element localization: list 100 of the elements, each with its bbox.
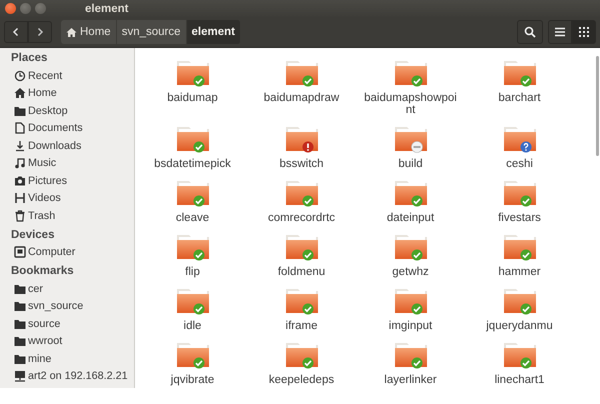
music-note-icon — [14, 157, 26, 170]
check-badge-icon — [302, 195, 314, 207]
sidebar-item[interactable]: Videos — [0, 190, 61, 207]
check-badge-icon — [410, 75, 422, 87]
check-badge-icon — [302, 303, 314, 315]
folder-item[interactable]: build — [356, 118, 465, 172]
file-name: baidumapdraw — [262, 92, 340, 104]
folder-item[interactable]: foldmenu — [247, 226, 356, 280]
folder-item[interactable]: jqvibrate — [138, 334, 247, 388]
file-name: bsswitch — [278, 158, 325, 170]
folder-item[interactable]: linechart1 — [465, 334, 574, 388]
file-name: cleave — [174, 212, 210, 224]
folder-item[interactable]: baidumapshowpoint — [356, 52, 465, 118]
grid-icon — [578, 26, 590, 38]
file-name: getwhz — [391, 266, 430, 278]
sidebar-item[interactable]: Music — [0, 154, 56, 172]
home-icon — [66, 26, 77, 38]
folder-item[interactable]: baidumapdraw — [247, 52, 356, 118]
minimize-button[interactable] — [20, 3, 31, 14]
check-badge-icon — [410, 195, 422, 207]
folder-item[interactable]: jquerydanmu — [465, 280, 574, 334]
file-name: keepeledeps — [268, 374, 336, 386]
sidebar-item[interactable]: Desktop — [0, 102, 68, 120]
close-button[interactable] — [5, 3, 16, 14]
file-name: idle — [182, 320, 202, 332]
folder-icon — [14, 318, 26, 330]
folder-item[interactable]: layerlinker — [356, 334, 465, 388]
folder-item[interactable]: flip — [138, 226, 247, 280]
file-name: imginput — [388, 320, 434, 332]
folder-item[interactable]: hammer — [465, 226, 574, 280]
folder-item[interactable]: comrecordrtc — [247, 172, 356, 226]
folder-icon — [14, 335, 26, 348]
file-name: jqvibrate — [170, 374, 216, 386]
folder-item[interactable]: barchart — [465, 52, 574, 118]
file-name: build — [397, 158, 424, 170]
folder-item[interactable]: ceshi — [465, 118, 574, 172]
sidebar-item[interactable]: Pictures — [0, 172, 68, 190]
section-heading: Places — [10, 51, 48, 66]
file-name: hammer — [497, 266, 542, 278]
folder-item[interactable]: baidumap — [138, 52, 247, 118]
sidebar-item[interactable]: source — [0, 315, 60, 332]
check-badge-icon — [520, 249, 532, 261]
folder-item[interactable]: imginput — [356, 280, 465, 334]
folder-item[interactable]: dateinput — [356, 172, 465, 226]
file-name: ceshi — [505, 158, 534, 170]
camera-icon — [14, 174, 26, 187]
path-button[interactable]: element — [186, 20, 241, 44]
file-name: foldmenu — [276, 266, 326, 278]
folder-item[interactable]: getwhz — [356, 226, 465, 280]
file-name: iframe — [284, 320, 318, 332]
list-view-button[interactable] — [548, 20, 572, 44]
search-icon — [524, 26, 536, 38]
computer-icon — [14, 246, 26, 258]
sidebar-item[interactable]: mine — [0, 350, 52, 368]
folder-item[interactable]: cleave — [138, 172, 247, 226]
file-name: barchart — [497, 92, 542, 104]
folder-item[interactable]: fivestars — [465, 172, 574, 226]
search-button[interactable] — [517, 20, 543, 44]
file-name: comrecordrtc — [266, 212, 336, 224]
scrollbar[interactable] — [596, 56, 599, 156]
sidebar-item[interactable]: Computer — [0, 244, 76, 261]
check-badge-icon — [410, 357, 422, 369]
sidebar-item[interactable]: art2 on 192.168.2.21 — [0, 368, 128, 385]
check-badge-icon — [192, 303, 204, 315]
file-name: jquerydanmu — [485, 320, 554, 332]
back-button[interactable] — [4, 21, 28, 43]
trash-icon — [14, 210, 26, 222]
section-heading: Devices — [10, 228, 54, 242]
folder-item[interactable]: bsdatetimepick — [138, 118, 247, 172]
check-badge-icon — [520, 195, 532, 207]
path-button[interactable]: svn_source — [116, 20, 186, 44]
sidebar-item[interactable]: Recent — [0, 67, 62, 84]
check-badge-icon — [410, 249, 422, 261]
file-name: baidumapshowpoint — [363, 92, 458, 116]
sidebar-item[interactable]: cer — [0, 280, 43, 298]
check-badge-icon — [192, 75, 204, 87]
folder-item[interactable]: iframe — [247, 280, 356, 334]
clock-icon — [14, 70, 26, 82]
sidebar-item[interactable]: svn_source — [0, 298, 84, 315]
check-badge-icon — [192, 357, 204, 369]
sidebar-item[interactable]: Home — [0, 84, 57, 102]
sidebar-item[interactable]: wwroot — [0, 332, 62, 350]
check-badge-icon — [520, 303, 532, 315]
document-icon — [14, 122, 26, 134]
grid-view-button[interactable] — [572, 20, 596, 44]
maximize-button[interactable] — [35, 3, 46, 14]
check-badge-icon — [302, 249, 314, 261]
folder-item[interactable]: bsswitch — [247, 118, 356, 172]
folder-item[interactable]: keepeledeps — [247, 334, 356, 388]
check-badge-icon — [302, 357, 314, 369]
file-name: linechart1 — [494, 374, 546, 386]
sidebar-item[interactable]: Downloads — [0, 137, 82, 154]
folder-item[interactable]: idle — [138, 280, 247, 334]
list-icon — [554, 26, 566, 38]
chevron-right-icon — [35, 27, 45, 37]
folder-icon — [14, 300, 26, 312]
path-button[interactable]: Home — [61, 20, 117, 44]
sidebar-item[interactable]: Documents — [0, 120, 83, 137]
sidebar-item[interactable]: Trash — [0, 207, 56, 224]
forward-button[interactable] — [28, 21, 52, 43]
